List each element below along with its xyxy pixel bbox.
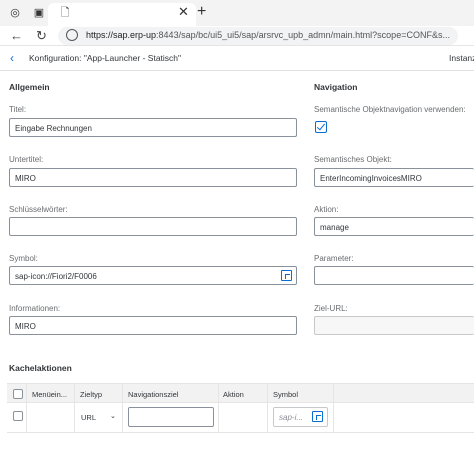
table-row: URL ⌄ sap-i...: [7, 403, 474, 433]
parameter-label: Parameter:: [314, 254, 354, 263]
untertitel-input[interactable]: MIRO: [9, 168, 297, 187]
symbol-placeholder: sap-i...: [279, 413, 304, 422]
semobj-input[interactable]: EnterIncomingInvoicesMIRO: [314, 168, 474, 187]
aktion-label: Aktion:: [314, 205, 339, 214]
semnav-label: Semantische Objektnavigation verwenden:: [314, 105, 466, 114]
browser-address-bar: ← ↻ https://sap.erp-up:8443/sap/bc/ui5_u…: [0, 26, 474, 46]
url-field[interactable]: https://sap.erp-up:8443/sap/bc/ui5_ui5/s…: [58, 27, 458, 45]
aktion-input[interactable]: manage: [314, 217, 474, 236]
row-checkbox[interactable]: [13, 411, 23, 421]
tab-actions-icon[interactable]: ▣: [32, 6, 46, 20]
url-path: :8443/sap/bc/ui5_ui5/sap/arsrvc_upb_admn…: [156, 30, 450, 40]
symbol-input[interactable]: sap-icon://Fiori2/F0006: [9, 266, 297, 285]
col-aktion: Aktion: [223, 390, 244, 399]
informationen-label: Informationen:: [9, 304, 61, 313]
chevron-down-icon[interactable]: ⌄: [110, 412, 116, 420]
browser-tab-active[interactable]: 🗋: [48, 3, 196, 26]
semobj-label: Semantisches Objekt:: [314, 155, 392, 164]
site-info-icon[interactable]: [66, 29, 78, 41]
col-symbol: Symbol: [273, 390, 299, 399]
tab-close-button[interactable]: ✕: [178, 5, 189, 19]
informationen-input[interactable]: MIRO: [9, 316, 297, 335]
col-menueintrag: Menüein...: [32, 390, 68, 399]
semnav-checkbox[interactable]: [315, 121, 327, 133]
schluesselwoerter-label: Schlüsselwörter:: [9, 205, 68, 214]
page-title: Konfiguration: "App-Launcher - Statisch": [29, 53, 182, 63]
zielurl-label: Ziel-URL:: [314, 304, 348, 313]
browser-tab-bar: ◎ ▣ 🗋 ✕ +: [0, 0, 474, 26]
zielurl-input[interactable]: [314, 316, 474, 335]
parameter-input[interactable]: [314, 266, 474, 285]
page-bottom: [0, 433, 474, 457]
kachelaktionen-table: Menüein... Zieltyp Navigationsziel Aktio…: [7, 383, 474, 433]
navigationsziel-input[interactable]: [128, 407, 214, 427]
page-icon: 🗋: [60, 7, 70, 19]
url-text: https://sap.erp-up:8443/sap/bc/ui5_ui5/s…: [86, 30, 450, 40]
symbol-value: sap-icon://Fiori2/F0006: [15, 272, 97, 281]
table-header: Menüein... Zieltyp Navigationsziel Aktio…: [7, 383, 474, 403]
app-header: ‹ Konfiguration: "App-Launcher - Statisc…: [0, 47, 474, 71]
reload-button[interactable]: ↻: [36, 27, 47, 45]
symbol-row-input[interactable]: sap-i...: [273, 407, 328, 427]
new-tab-button[interactable]: +: [197, 3, 206, 21]
section-navigation: Navigation: [314, 82, 358, 92]
schluesselwoerter-input[interactable]: [9, 217, 297, 236]
section-kachelaktionen: Kachelaktionen: [9, 363, 72, 373]
url-host: https://sap.erp-up: [86, 30, 157, 40]
nav-back-button[interactable]: ‹: [10, 51, 14, 65]
col-navigationsziel: Navigationsziel: [128, 390, 179, 399]
instanz-label: Instanz: [449, 53, 474, 63]
value-help-icon[interactable]: [312, 411, 323, 422]
section-allgemein: Allgemein: [9, 82, 50, 92]
workspaces-icon[interactable]: ◎: [8, 6, 22, 20]
value-help-icon[interactable]: [281, 270, 292, 281]
symbol-label: Symbol:: [9, 254, 38, 263]
select-all-checkbox[interactable]: [13, 389, 23, 399]
titel-input[interactable]: Eingabe Rechnungen: [9, 118, 297, 137]
titel-label: Titel:: [9, 105, 27, 114]
back-button[interactable]: ←: [10, 27, 23, 45]
untertitel-label: Untertitel:: [9, 155, 44, 164]
zieltyp-select[interactable]: URL: [81, 413, 96, 422]
col-zieltyp: Zieltyp: [80, 390, 103, 399]
